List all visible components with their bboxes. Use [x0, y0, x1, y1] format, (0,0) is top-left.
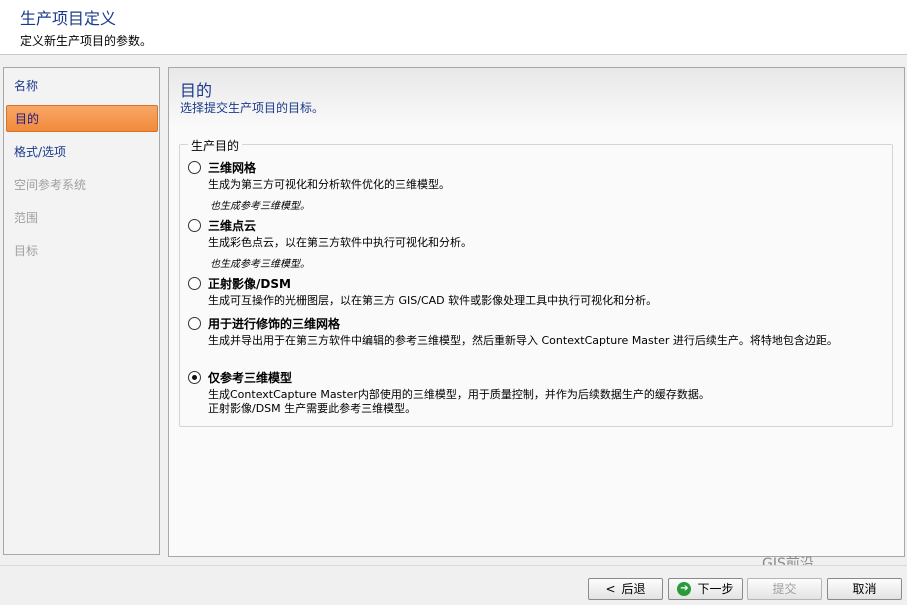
option-label[interactable]: 正射影像/DSM: [208, 275, 291, 292]
sidebar-item-name[interactable]: 名称: [6, 73, 158, 100]
option-description: 生成为第三方可视化和分析软件优化的三维模型。: [208, 178, 450, 191]
steps-sidebar: 名称 目的 格式/选项 空间参考系统 范围 目标: [3, 67, 160, 555]
sidebar-item-extent: 范围: [14, 211, 39, 225]
wizard-subtitle: 定义新生产项目的参数。: [20, 34, 153, 48]
cancel-button[interactable]: 取消: [827, 578, 902, 600]
option-description: 生成彩色点云，以在第三方软件中执行可视化和分析。: [208, 236, 472, 249]
radio-retouching-mesh[interactable]: [188, 317, 201, 330]
chevron-left-icon: <: [605, 582, 616, 596]
option-label[interactable]: 用于进行修饰的三维网格: [208, 315, 340, 332]
production-purpose-group: 生产目的 三维网格 生成为第三方可视化和分析软件优化的三维模型。 也生成参考三维…: [179, 137, 893, 427]
option-label[interactable]: 三维网格: [208, 159, 256, 176]
sidebar-item-format-options[interactable]: 格式/选项: [6, 139, 158, 166]
wizard-header: 生产项目定义 定义新生产项目的参数。: [0, 0, 907, 55]
radio-reference-model-only[interactable]: [188, 371, 201, 384]
sidebar-item-spatial-reference: 空间参考系统: [14, 178, 87, 192]
sidebar-item-destination: 目标: [14, 244, 39, 258]
back-label: 后退: [621, 582, 646, 596]
radio-3d-mesh[interactable]: [188, 161, 201, 174]
content-header: 目的 选择提交生产项目的目标。: [169, 68, 904, 128]
option-label[interactable]: 仅参考三维模型: [208, 369, 292, 386]
next-button[interactable]: ➔ 下一步: [668, 578, 743, 600]
option-description: 生成可互操作的光栅图层，以在第三方 GIS/CAD 软件或影像处理工具中执行可视…: [208, 294, 658, 307]
option-description: 生成ContextCapture Master内部使用的三维模型，用于质量控制，…: [208, 388, 710, 415]
content-panel: 目的 选择提交生产项目的目标。 生产目的 三维网格 生成为第三方可视化和分析软件…: [168, 67, 905, 557]
page-title: 目的: [180, 81, 213, 100]
option-note: 也生成参考三维模型。: [210, 259, 310, 270]
option-label[interactable]: 三维点云: [208, 217, 256, 234]
next-label: 下一步: [697, 582, 734, 596]
back-button[interactable]: < 后退: [588, 578, 663, 600]
page-subtitle: 选择提交生产项目的目标。: [180, 101, 325, 115]
sidebar-item-purpose[interactable]: 目的: [6, 105, 158, 132]
wizard-title: 生产项目定义: [20, 9, 117, 28]
group-label: 生产目的: [188, 137, 243, 154]
option-description: 生成并导出用于在第三方软件中编辑的参考三维模型，然后重新导入 ContextCa…: [208, 334, 838, 347]
radio-3d-point-cloud[interactable]: [188, 219, 201, 232]
submit-button: 提交: [747, 578, 822, 600]
arrow-right-icon: ➔: [677, 581, 692, 596]
radio-orthophoto-dsm[interactable]: [188, 277, 201, 290]
option-note: 也生成参考三维模型。: [210, 201, 310, 212]
